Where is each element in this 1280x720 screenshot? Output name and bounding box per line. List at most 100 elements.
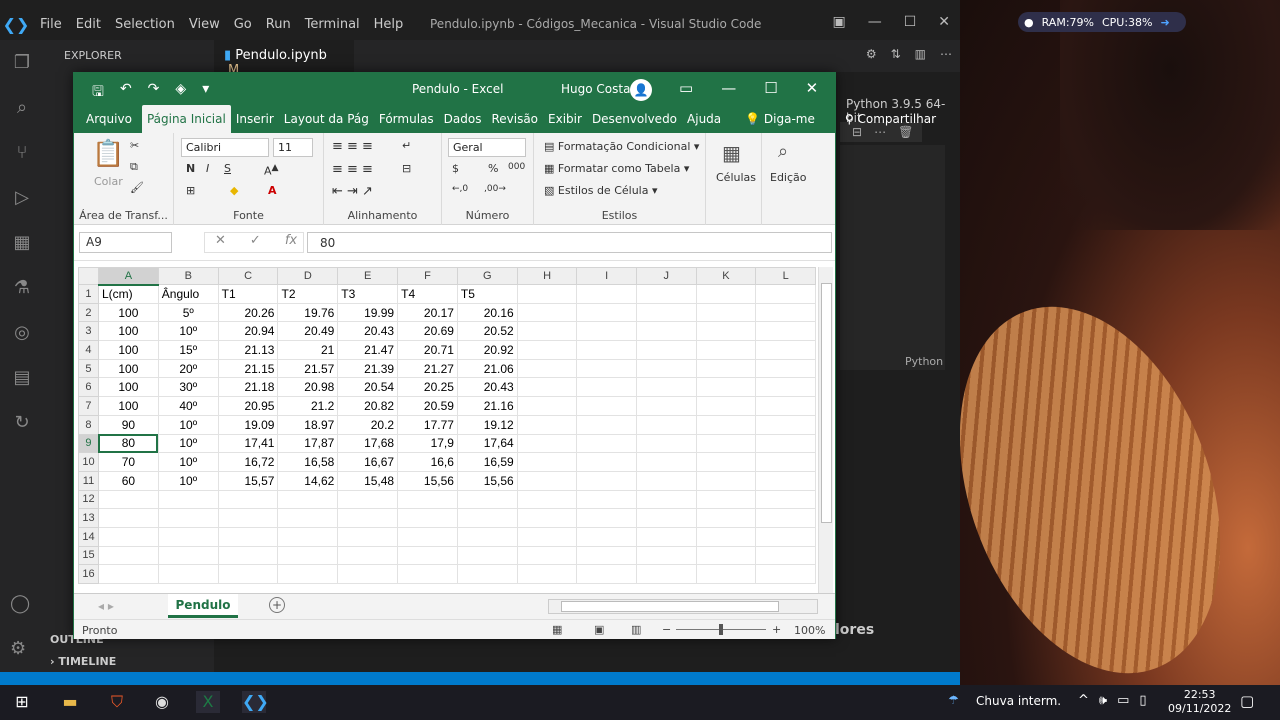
cell-J12[interactable] [635,489,697,510]
explorer-icon[interactable]: ❐ [0,40,44,85]
cell-B16[interactable] [157,564,219,584]
cell-G11[interactable]: 15,56 [456,470,518,491]
cell-L11[interactable] [755,470,816,491]
menu-item-file[interactable]: File [40,17,62,32]
cell-B2[interactable]: 5º [157,302,219,323]
cell-K12[interactable] [695,489,757,510]
cell-B14[interactable] [157,526,219,547]
tab-página-inicial[interactable]: Página Inicial [141,105,231,133]
conditional-formatting-button[interactable]: ▤ Formatação Condicional ▾ [544,140,699,153]
cell-L2[interactable] [755,302,816,323]
timeline-section[interactable]: › TIMELINE [50,655,116,668]
worksheet-grid[interactable]: A B C D E F G H I J K L 1 L(cm) Ângulo T1 T2 T3 T4 T5 2 100 5º… [78,267,816,593]
menu-item-help[interactable]: Help [374,17,404,32]
format-as-table-button[interactable]: ▦ Formatar como Tabela ▾ [544,162,689,175]
run-debug-icon[interactable]: ▷ [0,175,44,220]
thousands-icon[interactable]: 000 [508,162,525,172]
cell-H10[interactable] [516,452,578,472]
horizontal-scrollbar[interactable] [548,599,818,614]
cell-A7[interactable]: 100 [97,396,159,416]
cell-L15[interactable] [755,545,816,566]
column-header[interactable]: D [277,267,339,285]
format-painter-icon[interactable]: 🖌 [130,181,144,194]
tab-ajuda[interactable]: Ajuda [682,112,726,133]
redo-icon[interactable]: ↷ [148,81,160,105]
scroll-thumb[interactable] [561,601,779,612]
network-icon[interactable]: ▭ [1117,693,1129,708]
cell-C8[interactable]: 19.09 [217,414,279,435]
bold-icon[interactable]: N [186,162,195,175]
menu-item-selection[interactable]: Selection [115,17,175,32]
cell-B4[interactable]: 15º [157,340,219,360]
cell-H16[interactable] [516,564,578,584]
cell-H8[interactable] [516,414,578,435]
cell-H14[interactable] [516,526,578,547]
cell-D9[interactable]: 17,87 [277,433,339,454]
account-icon[interactable]: ◯ [10,593,30,614]
wrap-text-icon[interactable]: ↵ [402,139,411,152]
more-icon[interactable]: ⋯ [940,47,952,61]
font-name-dropdown[interactable]: Calibri [181,138,269,157]
cell-A15[interactable] [97,545,159,566]
row-header[interactable]: 5 [78,358,99,379]
extensions-icon[interactable]: ▦ [0,220,44,265]
borders-icon[interactable]: ⊞ [186,184,195,197]
cell-L13[interactable] [755,508,816,528]
cell-K4[interactable] [695,340,757,360]
cell-D11[interactable]: 14,62 [277,470,339,491]
cell-A9[interactable]: 80 [97,433,159,454]
cell-K9[interactable] [695,433,757,454]
insert-function-icon[interactable]: fx [285,233,297,252]
cells-group[interactable]: ▦ Células [706,133,762,225]
cell-C6[interactable]: 21.18 [217,377,279,398]
add-sheet-button[interactable]: + [269,597,285,613]
cell-E12[interactable] [337,489,399,510]
cell-L12[interactable] [755,489,816,510]
scroll-thumb[interactable] [821,283,832,523]
cell-D7[interactable]: 21.2 [277,396,339,416]
tell-me-search[interactable]: 💡 Diga-me [740,112,820,133]
cell-K8[interactable] [695,414,757,435]
column-header[interactable]: F [397,267,458,285]
cell-F8[interactable]: 17.77 [397,414,458,435]
cell-C13[interactable] [217,508,279,528]
obs-icon[interactable]: ◉ [150,691,174,713]
column-header[interactable]: H [516,267,578,285]
cell-D10[interactable]: 16,58 [277,452,339,472]
cell-I6[interactable] [576,377,637,398]
cell-E14[interactable] [337,526,399,547]
cell-K5[interactable] [695,358,757,379]
formula-input[interactable]: 80 [307,232,832,253]
cell-J11[interactable] [635,470,697,491]
cell-F13[interactable] [397,508,458,528]
notification-icon[interactable]: ▢ [1240,692,1254,710]
row-header[interactable]: 14 [78,526,99,547]
percent-icon[interactable]: % [488,162,498,175]
cell-A5[interactable]: 100 [97,358,159,379]
compare-icon[interactable]: ⇅ [891,47,901,61]
cell-J16[interactable] [635,564,697,584]
cell-B13[interactable] [157,508,219,528]
cell-A16[interactable] [97,564,159,584]
highlight-icon[interactable]: ◆ [230,184,238,197]
tab-exibir[interactable]: Exibir [543,112,587,133]
close-icon[interactable]: ✕ [938,14,950,30]
tab-layout-da-pág[interactable]: Layout da Pág [279,112,374,133]
cell-A1[interactable]: L(cm) [97,284,159,304]
cell-C5[interactable]: 21.15 [217,358,279,379]
cell-E2[interactable]: 19.99 [337,302,399,323]
cell-F16[interactable] [397,564,458,584]
cell-C14[interactable] [217,526,279,547]
cell-D14[interactable] [277,526,339,547]
cell-D5[interactable]: 21.57 [277,358,339,379]
cell-E6[interactable]: 20.54 [337,377,399,398]
gear-icon[interactable]: ⚙ [866,47,877,61]
row-header[interactable]: 16 [78,564,99,584]
currency-icon[interactable]: $ [452,162,459,175]
cell-G3[interactable]: 20.52 [456,321,518,342]
cell-E7[interactable]: 20.82 [337,396,399,416]
cell-D15[interactable] [277,545,339,566]
cell-E15[interactable] [337,545,399,566]
source-control-icon[interactable]: ⑂ [0,130,44,175]
cell-K3[interactable] [695,321,757,342]
